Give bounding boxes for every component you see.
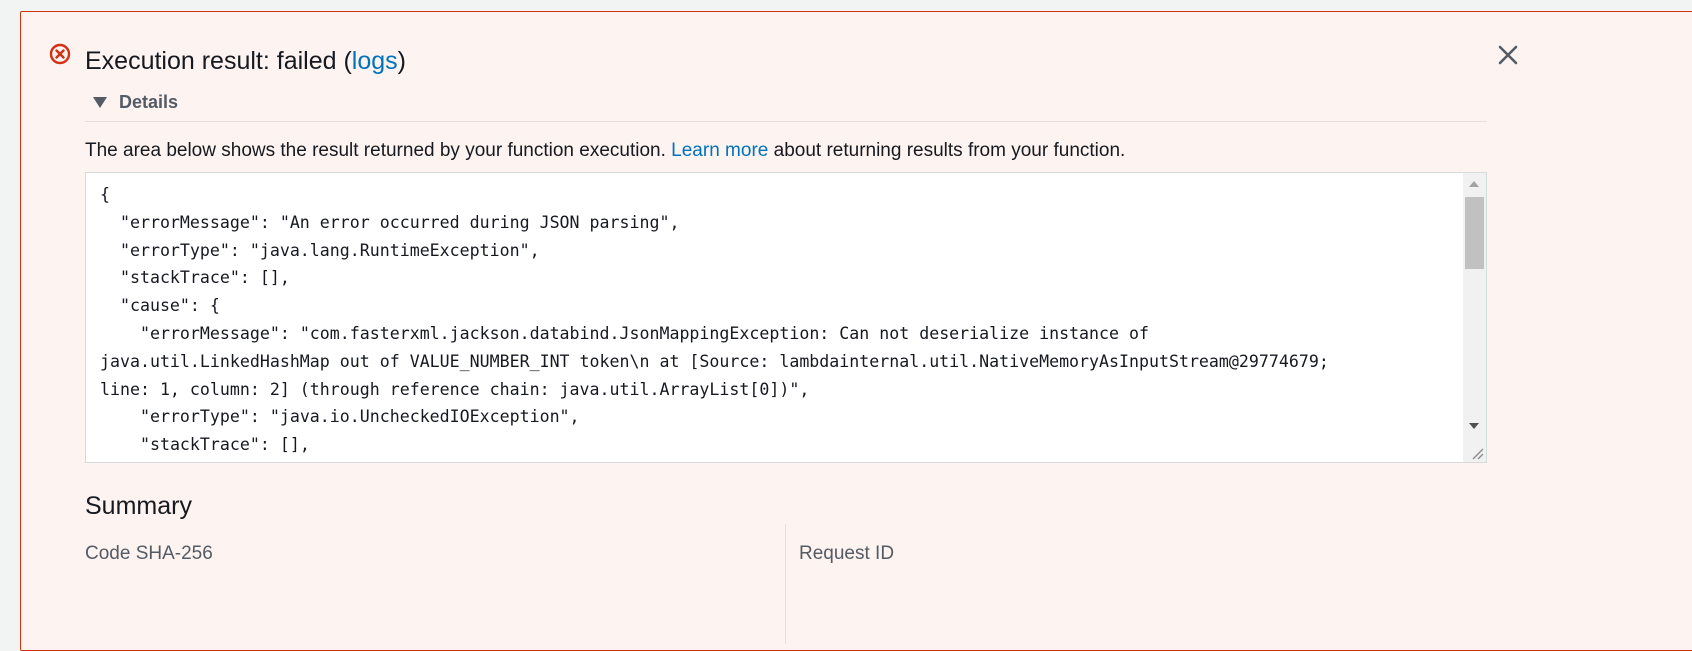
scroll-up-icon[interactable] <box>1469 181 1479 187</box>
close-icon[interactable] <box>1495 42 1521 68</box>
code-sha-label: Code SHA-256 <box>85 543 213 564</box>
request-id-label: Request ID <box>799 543 895 564</box>
details-toggle-label: Details <box>119 92 179 112</box>
learn-more-link[interactable]: Learn more <box>671 140 768 161</box>
caret-down-icon <box>93 96 107 108</box>
resize-grip-icon[interactable] <box>1470 446 1484 460</box>
details-description: The area below shows the result returned… <box>85 139 1125 163</box>
details-divider <box>85 121 1487 122</box>
title-suffix: ) <box>397 47 406 75</box>
description-suffix: about returning results from your functi… <box>768 140 1126 161</box>
logs-link[interactable]: logs <box>352 47 398 75</box>
result-scrollbar[interactable] <box>1463 173 1486 462</box>
summary-title: Summary <box>85 492 192 520</box>
scroll-down-icon[interactable] <box>1469 423 1479 429</box>
execution-result-title: Execution result: failed (logs) <box>85 46 406 76</box>
error-circle-icon <box>49 43 71 65</box>
summary-column-divider <box>785 524 786 644</box>
execution-result-panel: Execution result: failed (logs) Details … <box>20 11 1692 651</box>
scroll-thumb[interactable] <box>1465 197 1484 269</box>
result-output-text[interactable]: { "errorMessage": "An error occurred dur… <box>86 173 1484 462</box>
description-prefix: The area below shows the result returned… <box>85 140 672 161</box>
result-output-box[interactable]: { "errorMessage": "An error occurred dur… <box>85 172 1487 463</box>
title-prefix: Execution result: failed ( <box>85 47 352 75</box>
details-toggle[interactable]: Details <box>93 92 178 113</box>
